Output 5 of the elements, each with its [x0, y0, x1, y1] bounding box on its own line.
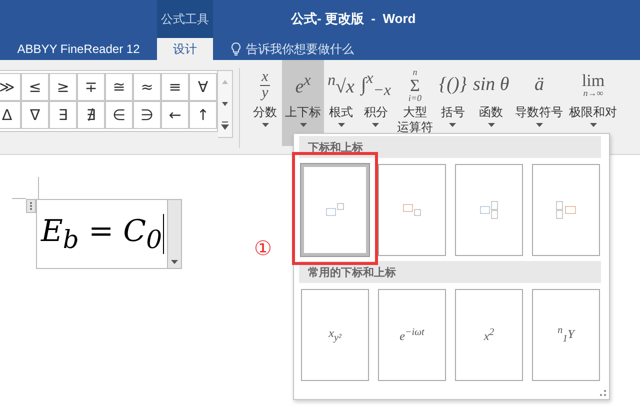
step-marker: ①	[254, 237, 272, 261]
context-tab-label: 公式工具	[157, 0, 213, 38]
window-title: 公式- 更改版 - Word	[291, 10, 416, 28]
section-header: 常用的下标和上标	[299, 261, 601, 283]
section-header: 下标和上标	[299, 136, 601, 158]
